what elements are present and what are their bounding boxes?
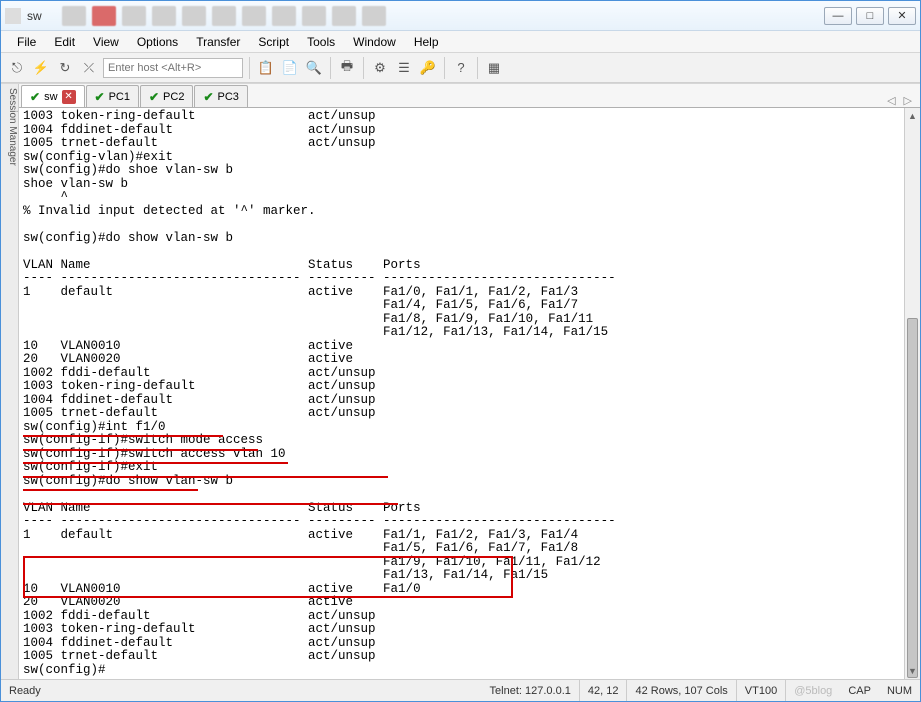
- toolbar-separator: [477, 57, 478, 79]
- menu-window[interactable]: Window: [345, 33, 404, 51]
- watermark: @5blog: [786, 685, 840, 697]
- terminal-output: 1003 token-ring-default act/unsup 1004 f…: [19, 108, 920, 679]
- main-panel: ✔ sw ✕ ✔ PC1 ✔ PC2 ✔ PC3 ◁ ▷: [19, 84, 920, 679]
- tab-close-icon[interactable]: ✕: [62, 90, 76, 104]
- tab-pc1[interactable]: ✔ PC1: [86, 85, 139, 107]
- menu-tools[interactable]: Tools: [299, 33, 343, 51]
- status-cursor: 42, 12: [580, 680, 628, 701]
- host-input[interactable]: [103, 58, 243, 78]
- app-window: sw — □ ✕ File Edit View Options Transfer…: [0, 0, 921, 702]
- toolbar-separator: [444, 57, 445, 79]
- connect-icon[interactable]: ⎋: [7, 58, 27, 78]
- session-manager-tab[interactable]: Session Manager: [1, 84, 19, 679]
- menu-options[interactable]: Options: [129, 33, 186, 51]
- settings-icon[interactable]: ⚙: [370, 58, 390, 78]
- toolbar: ⎋ ⚡ ↻ ⤫ 📋 📄 🔍 🖶 ⚙ ☰ 🔑 ? ▦: [1, 53, 920, 83]
- paste-icon[interactable]: 📄: [280, 58, 300, 78]
- menu-script[interactable]: Script: [250, 33, 297, 51]
- scroll-down-icon[interactable]: ▼: [905, 663, 920, 679]
- toolbar-separator: [330, 57, 331, 79]
- status-connection: Telnet: 127.0.0.1: [482, 680, 580, 701]
- status-dimensions: 42 Rows, 107 Cols: [627, 680, 736, 701]
- copy-icon[interactable]: 📋: [256, 58, 276, 78]
- vertical-scrollbar[interactable]: ▲ ▼: [904, 108, 920, 679]
- menu-view[interactable]: View: [85, 33, 127, 51]
- find-icon[interactable]: 🔍: [304, 58, 324, 78]
- terminal[interactable]: 1003 token-ring-default act/unsup 1004 f…: [19, 108, 920, 679]
- help-icon[interactable]: ?: [451, 58, 471, 78]
- check-icon: ✔: [203, 90, 213, 104]
- menu-help[interactable]: Help: [406, 33, 447, 51]
- status-caps: CAP: [840, 680, 879, 701]
- tab-scroll-left-icon[interactable]: ◁: [887, 94, 895, 107]
- work-area: Session Manager ✔ sw ✕ ✔ PC1 ✔ PC2 ✔: [1, 83, 920, 679]
- menu-transfer[interactable]: Transfer: [188, 33, 248, 51]
- minimize-button[interactable]: —: [824, 7, 852, 25]
- close-button[interactable]: ✕: [888, 7, 916, 25]
- check-icon: ✔: [149, 90, 159, 104]
- tab-sw[interactable]: ✔ sw ✕: [21, 85, 85, 107]
- status-ready: Ready: [1, 680, 49, 701]
- check-icon: ✔: [95, 90, 105, 104]
- maximize-button[interactable]: □: [856, 7, 884, 25]
- tab-pc3[interactable]: ✔ PC3: [194, 85, 247, 107]
- titlebar-blur-icons: [42, 6, 824, 26]
- reconnect-icon[interactable]: ↻: [55, 58, 75, 78]
- tab-label: PC3: [218, 91, 239, 103]
- menu-file[interactable]: File: [9, 33, 44, 51]
- extra-icon[interactable]: ▦: [484, 58, 504, 78]
- menubar: File Edit View Options Transfer Script T…: [1, 31, 920, 53]
- session-options-icon[interactable]: ☰: [394, 58, 414, 78]
- scroll-thumb[interactable]: [907, 318, 918, 678]
- toolbar-separator: [249, 57, 250, 79]
- tab-label: PC2: [163, 91, 184, 103]
- toolbar-separator: [363, 57, 364, 79]
- key-icon[interactable]: 🔑: [418, 58, 438, 78]
- titlebar[interactable]: sw — □ ✕: [1, 1, 920, 31]
- tab-label: PC1: [109, 91, 130, 103]
- tab-scroll-right-icon[interactable]: ▷: [904, 94, 912, 107]
- menu-edit[interactable]: Edit: [46, 33, 83, 51]
- disconnect-icon[interactable]: ⤫: [79, 58, 99, 78]
- tab-label: sw: [44, 91, 57, 103]
- session-tabs: ✔ sw ✕ ✔ PC1 ✔ PC2 ✔ PC3 ◁ ▷: [19, 84, 920, 108]
- scroll-up-icon[interactable]: ▲: [905, 108, 920, 124]
- window-title: sw: [27, 9, 42, 23]
- app-icon: [5, 8, 21, 24]
- statusbar: Ready Telnet: 127.0.0.1 42, 12 42 Rows, …: [1, 679, 920, 701]
- check-icon: ✔: [30, 90, 40, 104]
- print-icon[interactable]: 🖶: [337, 58, 357, 78]
- status-emulation: VT100: [737, 680, 786, 701]
- tab-pc2[interactable]: ✔ PC2: [140, 85, 193, 107]
- status-num: NUM: [879, 680, 920, 701]
- quick-connect-icon[interactable]: ⚡: [31, 58, 51, 78]
